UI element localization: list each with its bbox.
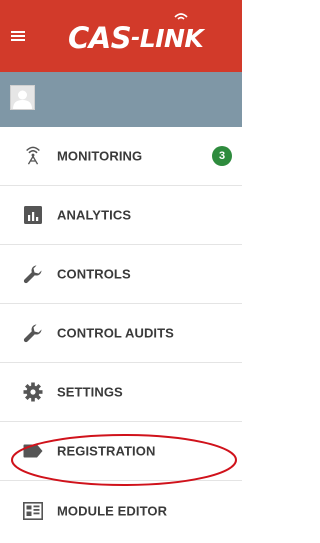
user-bar	[0, 72, 242, 127]
sidebar-item-label: MONITORING	[57, 148, 143, 164]
sidebar-item-label: ANALYTICS	[57, 207, 132, 223]
sidebar-item-settings[interactable]: SETTINGS	[0, 363, 242, 422]
sidebar-item-control-audits[interactable]: CONTROL AUDITS	[0, 304, 242, 363]
brand-logo-dash: -	[131, 25, 140, 51]
brand-logo-part2-text: LINK	[139, 23, 204, 53]
brand-logo-part2: LINK	[139, 12, 204, 53]
notification-count-badge: 3	[212, 146, 232, 166]
label-tag-icon	[23, 441, 43, 461]
sidebar-item-module-editor[interactable]: MODULE EDITOR	[0, 481, 242, 540]
brand-logo-part1: CAS	[68, 21, 132, 55]
sidebar-item-label: CONTROL AUDITS	[57, 325, 174, 341]
sidebar-item-label: REGISTRATION	[57, 443, 156, 459]
sidebar-item-label: SETTINGS	[57, 384, 123, 400]
app-header: CAS - LINK	[0, 0, 242, 72]
module-editor-icon	[23, 501, 43, 521]
app-window: CAS - LINK MONITORING 3 ANALYTICS CONTRO…	[0, 0, 242, 543]
wrench-icon	[23, 323, 43, 343]
gear-icon	[23, 382, 43, 402]
user-avatar-icon[interactable]	[10, 85, 35, 110]
sidebar-item-label: MODULE EDITOR	[57, 503, 168, 518]
sidebar-menu: MONITORING 3 ANALYTICS CONTROLS CONTROL …	[0, 127, 242, 540]
wrench-icon	[23, 264, 43, 284]
sidebar-item-registration[interactable]: REGISTRATION	[0, 422, 242, 481]
sidebar-item-monitoring[interactable]: MONITORING 3	[0, 127, 242, 186]
sidebar-item-analytics[interactable]: ANALYTICS	[0, 186, 242, 245]
wifi-signal-icon	[174, 12, 188, 20]
brand-logo[interactable]: CAS - LINK	[68, 12, 204, 58]
bar-chart-icon	[23, 205, 43, 225]
antenna-icon	[23, 146, 43, 166]
hamburger-menu-icon[interactable]	[11, 31, 25, 41]
sidebar-item-controls[interactable]: CONTROLS	[0, 245, 242, 304]
sidebar-item-label: CONTROLS	[57, 266, 131, 282]
